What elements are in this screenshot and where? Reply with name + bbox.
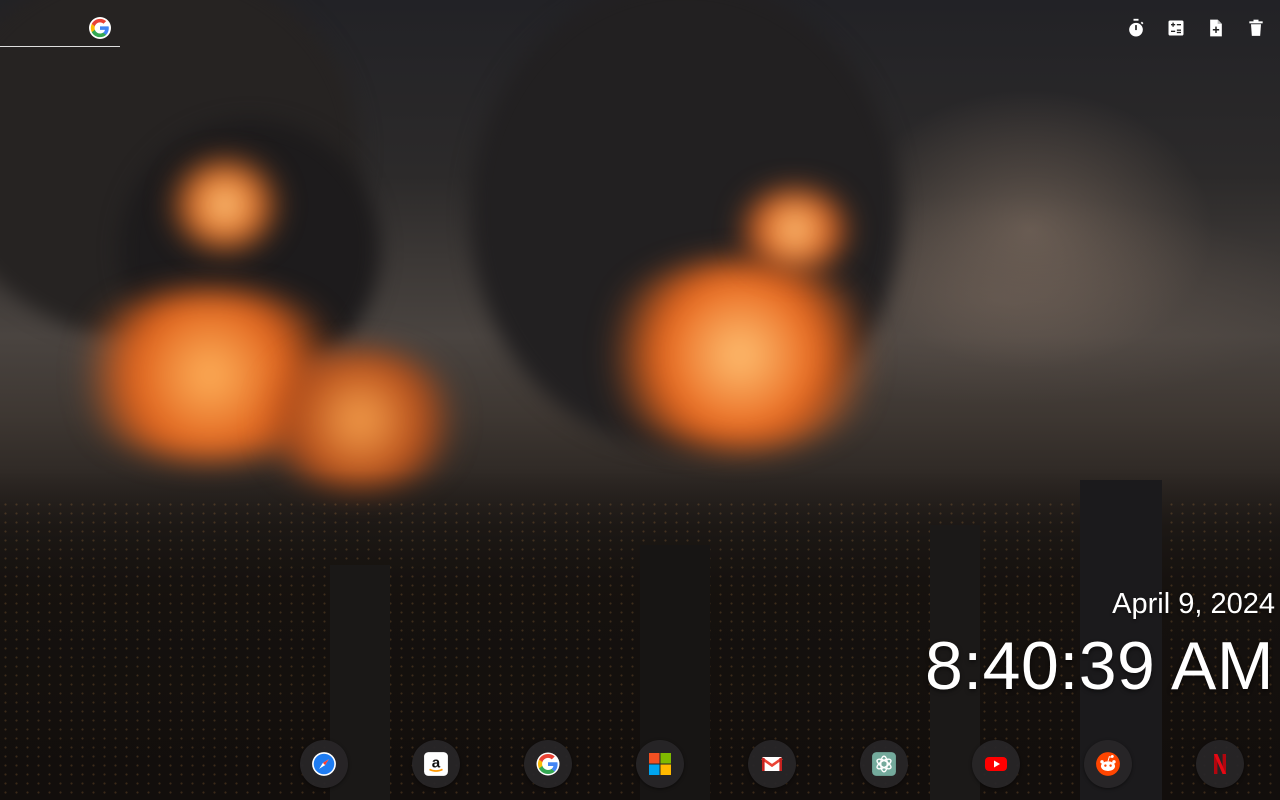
shortcut-dock: a [300,740,1244,788]
dock-item-amazon[interactable]: a [412,740,460,788]
trash-icon[interactable] [1246,17,1266,39]
dock-item-reddit[interactable] [1084,740,1132,788]
gmail-envelope-icon [761,757,783,771]
search-input[interactable] [0,8,84,48]
microsoft-logo-icon [649,753,671,775]
reddit-alien-icon [1096,752,1120,776]
time-display: 8:40:39 AM [924,628,1274,704]
dock-item-youtube[interactable] [972,740,1020,788]
date-display: April 9, 2024 [1112,588,1275,620]
youtube-play-icon [985,757,1007,771]
dock-item-netflix[interactable] [1196,740,1244,788]
safari-compass-icon [312,752,336,776]
search-box[interactable] [0,8,120,48]
google-g-icon [536,752,560,776]
calculator-icon[interactable] [1166,17,1186,39]
netflix-n-icon [1214,754,1226,774]
dock-item-chatgpt[interactable] [860,740,908,788]
svg-text:a: a [432,754,441,771]
dock-item-gmail[interactable] [748,740,796,788]
toolbar [1126,17,1266,39]
dock-item-microsoft[interactable] [636,740,684,788]
stopwatch-icon[interactable] [1126,17,1146,39]
amazon-logo-icon: a [424,752,448,776]
note-add-icon[interactable] [1206,17,1226,39]
dock-item-google[interactable] [524,740,572,788]
google-g-icon[interactable] [89,17,111,39]
dock-item-safari[interactable] [300,740,348,788]
openai-knot-icon [872,752,896,776]
